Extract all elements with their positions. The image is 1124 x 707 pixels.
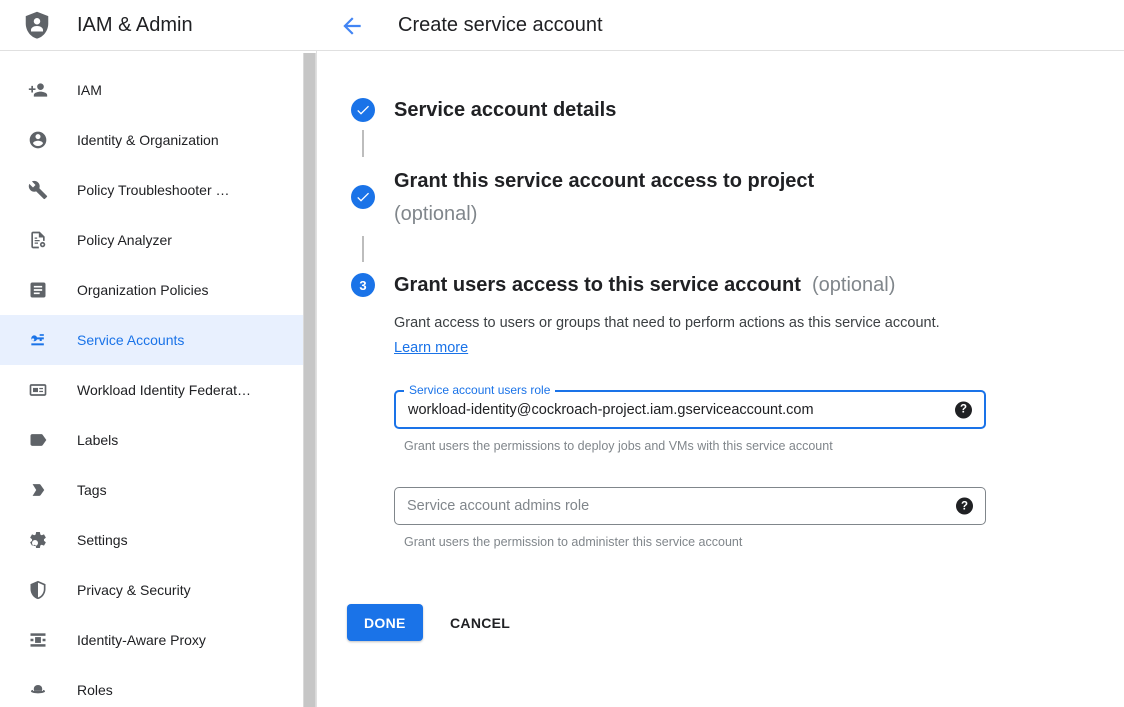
- account-circle-icon: [28, 130, 48, 150]
- sidebar-item-organization-policies[interactable]: Organization Policies: [0, 265, 303, 315]
- step-connector: [362, 236, 364, 262]
- sidebar-item-settings[interactable]: Settings: [0, 515, 303, 565]
- sidebar-nav: IAM Identity & Organization Policy Troub…: [0, 51, 303, 707]
- sidebar-item-identity-aware-proxy[interactable]: Identity-Aware Proxy: [0, 615, 303, 665]
- step3-optional: (optional): [812, 274, 895, 296]
- sidebar-item-policy-analyzer[interactable]: Policy Analyzer: [0, 215, 303, 265]
- sidebar-item-service-accounts[interactable]: Service Accounts: [0, 315, 303, 365]
- shield-half-icon: [28, 580, 48, 600]
- admins-role-field: ?: [394, 487, 986, 525]
- sidebar-item-label: Organization Policies: [77, 282, 209, 298]
- users-role-input[interactable]: [396, 392, 984, 427]
- arrow-back-icon: [339, 13, 365, 39]
- sidebar-item-roles[interactable]: Roles: [0, 665, 303, 707]
- step3-number: 3: [359, 278, 366, 293]
- hat-icon: [28, 680, 48, 700]
- admins-role-helper: Grant users the permission to administer…: [404, 535, 742, 549]
- label-icon: [28, 430, 48, 450]
- sidebar-item-policy-troubleshooter[interactable]: Policy Troubleshooter …: [0, 165, 303, 215]
- article-icon: [28, 280, 48, 300]
- users-role-helper: Grant users the permissions to deploy jo…: [404, 439, 833, 453]
- sidebar-item-label: Identity-Aware Proxy: [77, 632, 206, 648]
- step2-title-text: Grant this service account access to pro…: [394, 170, 814, 192]
- done-button[interactable]: DONE: [347, 604, 423, 641]
- learn-more-link[interactable]: Learn more: [394, 340, 468, 356]
- sidebar-item-label: Policy Troubleshooter …: [77, 182, 230, 198]
- step-connector: [362, 130, 364, 157]
- step3-description: Grant access to users or groups that nee…: [394, 311, 954, 361]
- wrench-icon: [28, 180, 48, 200]
- sidebar-item-label: Workload Identity Federat…: [77, 382, 251, 398]
- sidebar-item-label: Privacy & Security: [77, 582, 191, 598]
- step2-optional-text: (optional): [394, 198, 814, 231]
- sidebar-item-identity-organization[interactable]: Identity & Organization: [0, 115, 303, 165]
- step3-description-text: Grant access to users or groups that nee…: [394, 315, 940, 331]
- service-account-key-icon: [28, 330, 48, 350]
- admins-role-input[interactable]: [395, 488, 985, 524]
- sidebar-item-label: Identity & Organization: [77, 132, 219, 148]
- sidebar-scrollbar[interactable]: [303, 53, 316, 707]
- check-icon: [355, 189, 371, 205]
- step2-title: Grant this service account access to pro…: [394, 165, 814, 231]
- iam-admin-console: IAM & Admin Create service account IAM I…: [0, 0, 1124, 707]
- back-button[interactable]: [338, 12, 366, 40]
- sidebar-item-privacy-security[interactable]: Privacy & Security: [0, 565, 303, 615]
- step3-title: Grant users access to this service accou…: [394, 269, 895, 302]
- sidebar-item-labels[interactable]: Labels: [0, 415, 303, 465]
- card-icon: [28, 380, 48, 400]
- step3-number-badge: 3: [351, 273, 375, 297]
- policy-analyzer-icon: [28, 230, 48, 250]
- help-icon[interactable]: ?: [955, 401, 972, 418]
- step3-title-text: Grant users access to this service accou…: [394, 274, 801, 296]
- sidebar-item-workload-identity-federation[interactable]: Workload Identity Federat…: [0, 365, 303, 415]
- sidebar-item-label: Settings: [77, 532, 128, 548]
- step1-check-badge: [351, 98, 375, 122]
- iap-icon: [28, 630, 48, 650]
- sidebar-item-label: IAM: [77, 82, 102, 98]
- sidebar-divider: [316, 0, 317, 707]
- help-icon[interactable]: ?: [956, 498, 973, 515]
- person-add-icon: [28, 80, 48, 100]
- top-header: IAM & Admin Create service account: [0, 0, 1124, 51]
- sidebar-item-label: Service Accounts: [77, 332, 184, 348]
- sidebar-item-label: Labels: [77, 432, 118, 448]
- users-role-field: Service account users role ?: [394, 390, 986, 429]
- sidebar-item-label: Tags: [77, 482, 107, 498]
- sidebar-item-tags[interactable]: Tags: [0, 465, 303, 515]
- sidebar-item-iam[interactable]: IAM: [0, 65, 303, 115]
- cancel-button[interactable]: CANCEL: [450, 604, 510, 641]
- check-icon: [355, 102, 371, 118]
- step2-check-badge: [351, 185, 375, 209]
- sidebar-item-label: Policy Analyzer: [77, 232, 172, 248]
- sidebar-item-label: Roles: [77, 682, 113, 698]
- product-title: IAM & Admin: [77, 0, 193, 50]
- tag-arrow-icon: [28, 480, 48, 500]
- users-role-label: Service account users role: [404, 383, 555, 397]
- step1-title: Service account details: [394, 94, 616, 127]
- gear-icon: [28, 530, 48, 550]
- page-title: Create service account: [398, 0, 603, 50]
- iam-shield-icon: [22, 9, 52, 42]
